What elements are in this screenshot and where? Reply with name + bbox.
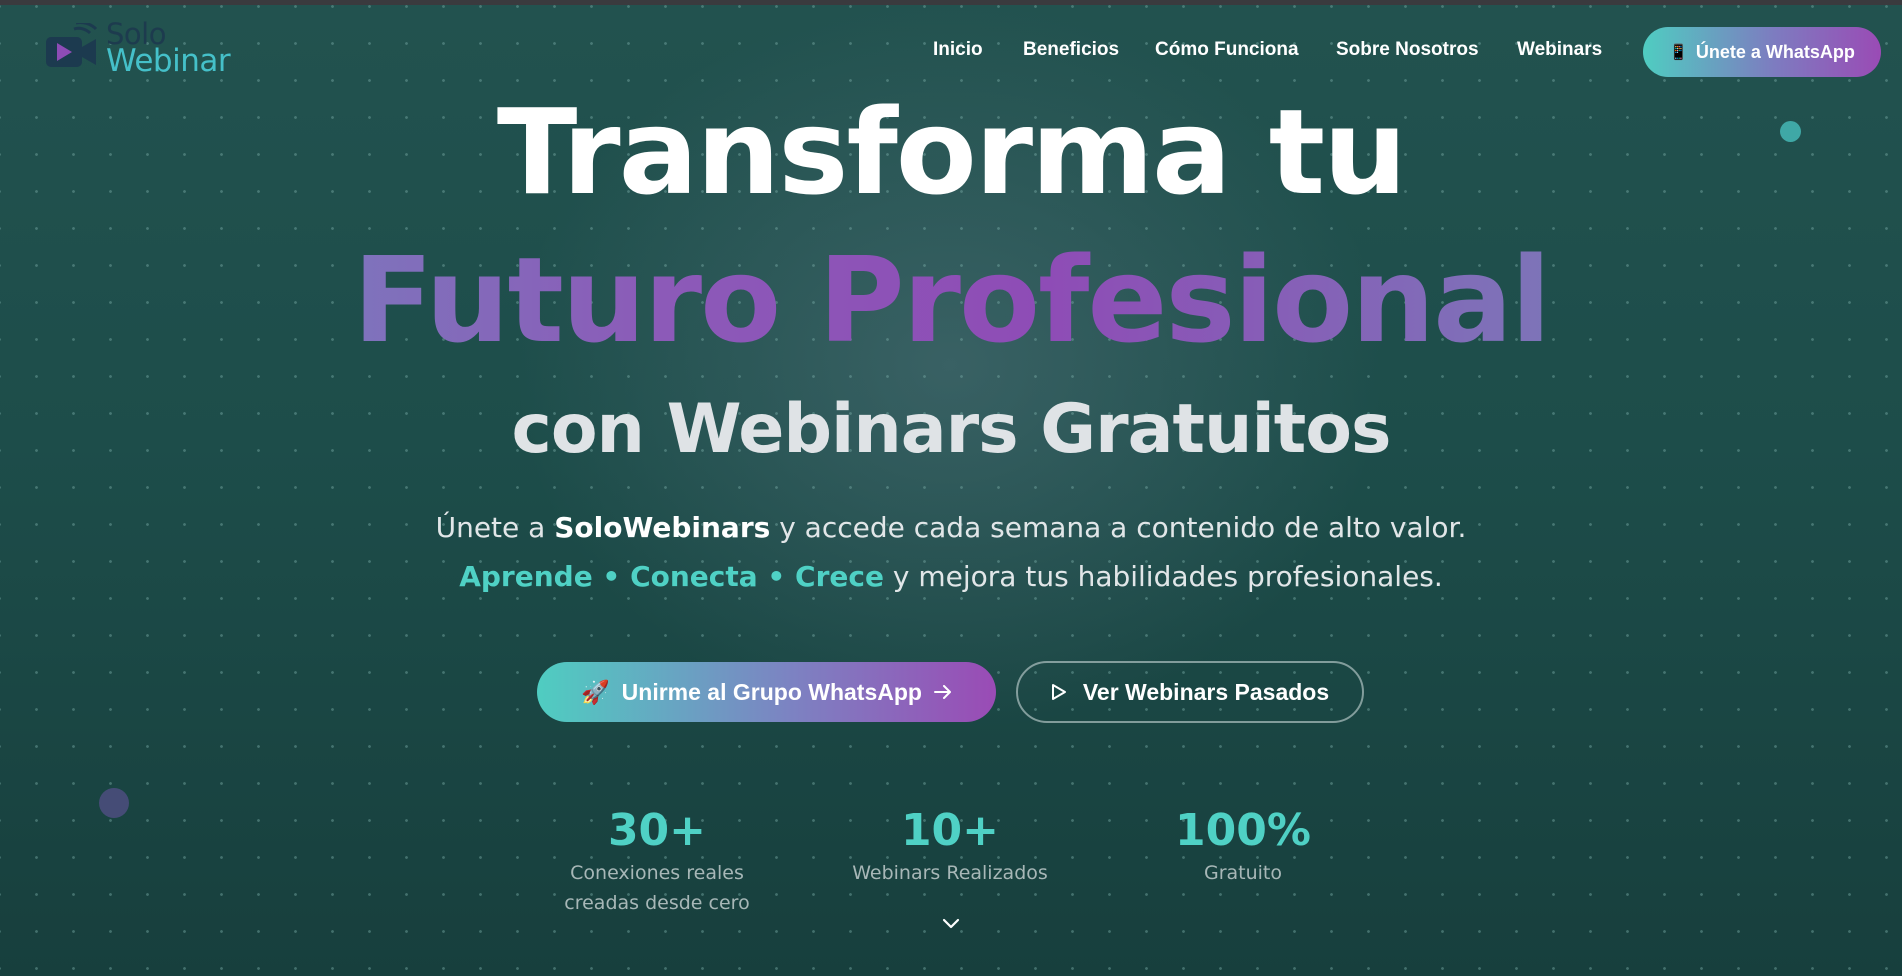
subtitle-highlight: Aprende • Conecta • Crece [459,560,884,593]
join-whatsapp-header-label: Únete a WhatsApp [1695,41,1855,62]
main-nav: Inicio Beneficios Cómo Funciona Sobre No… [0,39,1902,65]
stat-value: 10+ [900,805,1000,856]
view-past-webinars-label: Ver Webinars Pasados [1082,678,1330,705]
hero-section: Solo Webinar Inicio Beneficios Cómo Func… [0,5,1902,976]
nav-item-sobre-nosotros[interactable]: Sobre Nosotros [1336,39,1479,61]
stat-label: Gratuito [1203,862,1283,884]
arrow-right-icon [933,685,951,699]
stat-value: 30+ [607,805,707,856]
subtitle-prefix: Únete a [435,511,546,544]
stat-webinars: 10+ Webinars Realizados [800,805,1100,888]
hero-title-line3: con Webinars Gratuitos [511,390,1392,469]
play-icon [1051,684,1066,700]
window-top-border [0,0,1902,5]
join-whatsapp-group-button[interactable]: 🚀 Unirme al Grupo WhatsApp [537,662,996,722]
join-whatsapp-header-button[interactable]: 📱 Únete a WhatsApp [1643,27,1881,77]
subtitle-line2-suffix: y mejora tus habilidades profesionales. [892,560,1443,593]
nav-item-como-funciona[interactable]: Cómo Funciona [1155,39,1299,61]
rocket-icon: 🚀 [581,678,610,705]
hero-title-line2: Futuro Profesional [0,231,1902,369]
stat-connections: 30+ Conexiones reales creadas desde cero [507,805,807,918]
stat-free: 100% Gratuito [1093,805,1393,888]
mobile-phone-icon: 📱 [1669,44,1688,61]
hero-subtitle-line2: Aprende • Conecta • Crece y mejora tus h… [0,560,1902,593]
subtitle-brand: SoloWebinars [554,511,771,544]
view-past-webinars-button[interactable]: Ver Webinars Pasados [1016,661,1364,723]
hero-title-line1: Transforma tu [496,83,1407,221]
decorative-purple-circle [99,788,129,818]
nav-item-beneficios[interactable]: Beneficios [1023,39,1119,61]
stat-label: Conexiones reales creadas desde cero [564,862,750,914]
nav-item-inicio[interactable]: Inicio [933,39,983,61]
stat-value: 100% [1175,805,1311,856]
nav-item-webinars[interactable]: Webinars [1517,39,1602,61]
join-whatsapp-group-label: Unirme al Grupo WhatsApp [621,678,922,705]
subtitle-suffix: y accede cada semana a contenido de alto… [779,511,1467,544]
hero-subtitle-line1: Únete a SoloWebinars y accede cada seman… [0,511,1902,544]
stat-label: Webinars Realizados [852,862,1048,884]
chevron-down-icon[interactable] [941,917,961,931]
